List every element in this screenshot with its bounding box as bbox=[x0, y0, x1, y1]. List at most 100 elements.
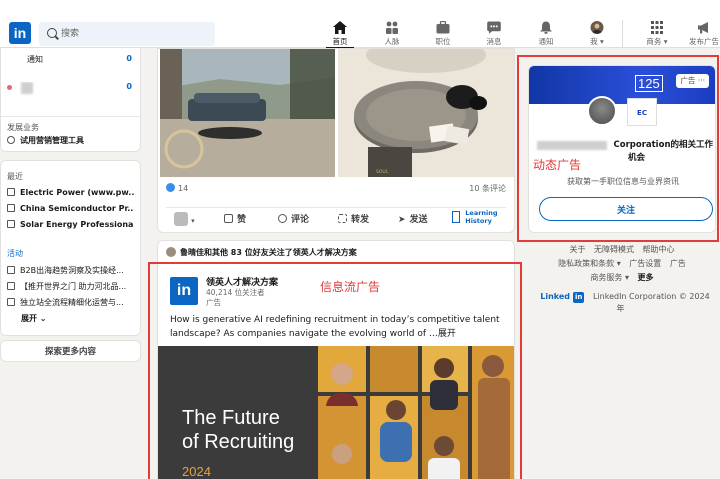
expand-button[interactable]: 展开 ⌄ bbox=[21, 313, 134, 325]
nav-advertise-label: 发布广告 bbox=[689, 37, 719, 46]
left-profile-card: 通知 0 0 发展业务 试用营销管理工具 bbox=[0, 48, 141, 152]
event-item[interactable]: B2B出海趋势洞察及实操经... bbox=[7, 265, 134, 277]
footer-link-more[interactable]: 更多 bbox=[638, 273, 654, 282]
footer-links: 关于 无障碍模式 帮助中心 隐私政策和条款 ▾ 广告设置 广告 商务服务 ▾ 更… bbox=[528, 243, 716, 314]
repost-icon bbox=[338, 214, 347, 223]
wordmark-linked: Linked bbox=[540, 292, 571, 301]
left-notifications-row[interactable]: 通知 0 bbox=[7, 54, 134, 65]
calendar-icon bbox=[7, 266, 15, 274]
friend-avatar bbox=[166, 247, 176, 257]
post-as-selector[interactable]: ▾ bbox=[174, 212, 195, 226]
social-proof-text: 鲁晴佳和其他 83 位好友关注了领英人才解决方案 bbox=[180, 248, 357, 257]
group-icon bbox=[7, 220, 15, 228]
search-icon bbox=[47, 28, 57, 38]
event-item-label: 【推开世界之门 助力河北品... bbox=[20, 282, 127, 291]
recent-title: 最近 bbox=[7, 172, 23, 181]
reaction-count: 14 bbox=[178, 184, 189, 193]
bookmark-icon bbox=[452, 211, 460, 223]
copyright-text: LinkedIn Corporation © 2024 年 bbox=[592, 292, 710, 313]
footer-link-about[interactable]: 关于 bbox=[569, 245, 585, 254]
like-button[interactable]: 赞 bbox=[224, 212, 246, 225]
ad-badge[interactable]: 广告 ··· bbox=[676, 74, 709, 88]
send-icon: ➤ bbox=[398, 215, 406, 225]
blurred-profile-name bbox=[20, 82, 33, 94]
megaphone-icon bbox=[698, 22, 708, 34]
creative-headline: The Future of Recruiting 2024 bbox=[182, 406, 294, 479]
profile-dot-icon bbox=[7, 85, 12, 90]
recent-item[interactable]: China Semiconductor Pr... bbox=[7, 204, 134, 216]
headline-line-1: The Future bbox=[182, 407, 280, 429]
comment-count[interactable]: 10 条评论 bbox=[469, 183, 506, 194]
nav-home[interactable]: 首页 bbox=[318, 20, 362, 49]
event-item[interactable]: 【推开世界之门 助力河北品... bbox=[7, 281, 134, 293]
left-recent-card: 最近 Electric Power (www.pw... China Semic… bbox=[0, 160, 141, 336]
wordmark-in: in bbox=[573, 292, 585, 303]
business-title: 发展业务 bbox=[7, 123, 39, 132]
ad-creative-image[interactable]: The Future of Recruiting 2024 bbox=[158, 346, 514, 479]
group-icon bbox=[7, 204, 15, 212]
nav-business[interactable]: 商务 ▾ bbox=[635, 20, 679, 48]
linkedin-logo[interactable]: in bbox=[9, 22, 31, 44]
learning-word: Learning bbox=[465, 209, 498, 217]
post-image-living-room[interactable]: A bbox=[160, 49, 335, 177]
nav-advertise[interactable]: 发布广告 bbox=[684, 20, 720, 48]
left-profile-row[interactable]: 0 bbox=[7, 82, 134, 96]
recent-item-label: Electric Power (www.pw... bbox=[20, 188, 134, 197]
post-text[interactable]: How is generative AI redefining recruitm… bbox=[170, 313, 510, 341]
grid-icon bbox=[651, 21, 663, 34]
company-logo[interactable]: in bbox=[170, 277, 198, 305]
events-title[interactable]: 活动 bbox=[7, 248, 23, 259]
footer-link-ads[interactable]: 广告 bbox=[670, 259, 686, 268]
footer-row: 隐私政策和条款 ▾ 广告设置 广告 bbox=[528, 257, 716, 271]
follow-button[interactable]: 关注 bbox=[539, 197, 713, 221]
profile-views-count: 0 bbox=[126, 82, 132, 91]
footer-link-ad-settings[interactable]: 广告设置 bbox=[629, 259, 661, 268]
thumbs-up-icon bbox=[224, 214, 233, 223]
divider bbox=[1, 116, 140, 117]
nav-network[interactable]: 人脉 bbox=[370, 20, 414, 48]
notifications-label: 通知 bbox=[27, 55, 43, 64]
page-avatar bbox=[174, 212, 188, 226]
footer-row: 关于 无障碍模式 帮助中心 bbox=[528, 243, 716, 257]
nav-jobs[interactable]: 职位 bbox=[421, 20, 465, 48]
nav-jobs-label: 职位 bbox=[435, 37, 451, 46]
divider bbox=[158, 263, 514, 264]
explore-more-button[interactable]: 探索更多内容 bbox=[0, 340, 141, 362]
calendar-icon bbox=[7, 282, 15, 290]
ad-title-line-1: Corporation的相关工作 bbox=[613, 140, 714, 150]
send-button[interactable]: ➤ 发送 bbox=[398, 212, 428, 225]
svg-text:SOUL: SOUL bbox=[376, 169, 389, 175]
reaction-summary[interactable]: 14 10 条评论 bbox=[166, 183, 506, 193]
search-box[interactable] bbox=[39, 22, 215, 46]
footer-link-business[interactable]: 商务服务 ▾ bbox=[590, 273, 629, 282]
search-input[interactable] bbox=[61, 25, 211, 43]
post-actions: ▾ 赞 评论 转发 ➤ 发送 Learning History bbox=[166, 207, 506, 229]
living-room-photo: A bbox=[160, 49, 335, 177]
recent-item[interactable]: Electric Power (www.pw... bbox=[7, 188, 134, 200]
nav-notifications[interactable]: 通知 bbox=[524, 20, 568, 48]
footer-link-help[interactable]: 帮助中心 bbox=[643, 245, 675, 254]
footer-link-accessibility[interactable]: 无障碍模式 bbox=[594, 245, 634, 254]
blurred-company-name bbox=[537, 141, 607, 150]
sponsored-post: 鲁晴佳和其他 83 位好友关注了领英人才解决方案 in 领英人才解决方案 40,… bbox=[157, 240, 515, 479]
event-item-label: 独立站全流程精细化运营与... bbox=[20, 298, 124, 307]
feed-ad-annotation-label: 信息流广告 bbox=[320, 280, 381, 294]
briefcase-icon bbox=[436, 21, 450, 34]
recent-item[interactable]: Solar Energy Professiona... bbox=[7, 220, 134, 232]
company-logo[interactable]: EC bbox=[627, 98, 657, 126]
top-nav: in 首页 人脉 职位 消息 通知 我 ▾ 商务 ▾ 发布广告 bbox=[0, 0, 720, 49]
event-item-label: B2B出海趋势洞察及实操经... bbox=[20, 266, 124, 275]
business-tool-link[interactable]: 试用营销管理工具 bbox=[7, 135, 134, 147]
learning-history-button[interactable]: Learning History bbox=[452, 209, 498, 225]
learning-history-label: Learning History bbox=[465, 209, 497, 225]
repost-button[interactable]: 转发 bbox=[338, 212, 369, 225]
linkedin-wordmark: Linked in bbox=[537, 292, 585, 303]
nav-me[interactable]: 我 ▾ bbox=[575, 20, 619, 48]
footer-link-privacy[interactable]: 隐私政策和条款 ▾ bbox=[558, 259, 621, 268]
comment-button[interactable]: 评论 bbox=[278, 212, 309, 225]
social-proof-line[interactable]: 鲁晴佳和其他 83 位好友关注了领英人才解决方案 bbox=[166, 247, 357, 258]
like-label: 赞 bbox=[237, 215, 247, 225]
event-item[interactable]: 独立站全流程精细化运营与... bbox=[7, 297, 134, 309]
post-image-side-table[interactable]: SOUL bbox=[338, 49, 514, 177]
nav-messaging[interactable]: 消息 bbox=[472, 20, 516, 48]
